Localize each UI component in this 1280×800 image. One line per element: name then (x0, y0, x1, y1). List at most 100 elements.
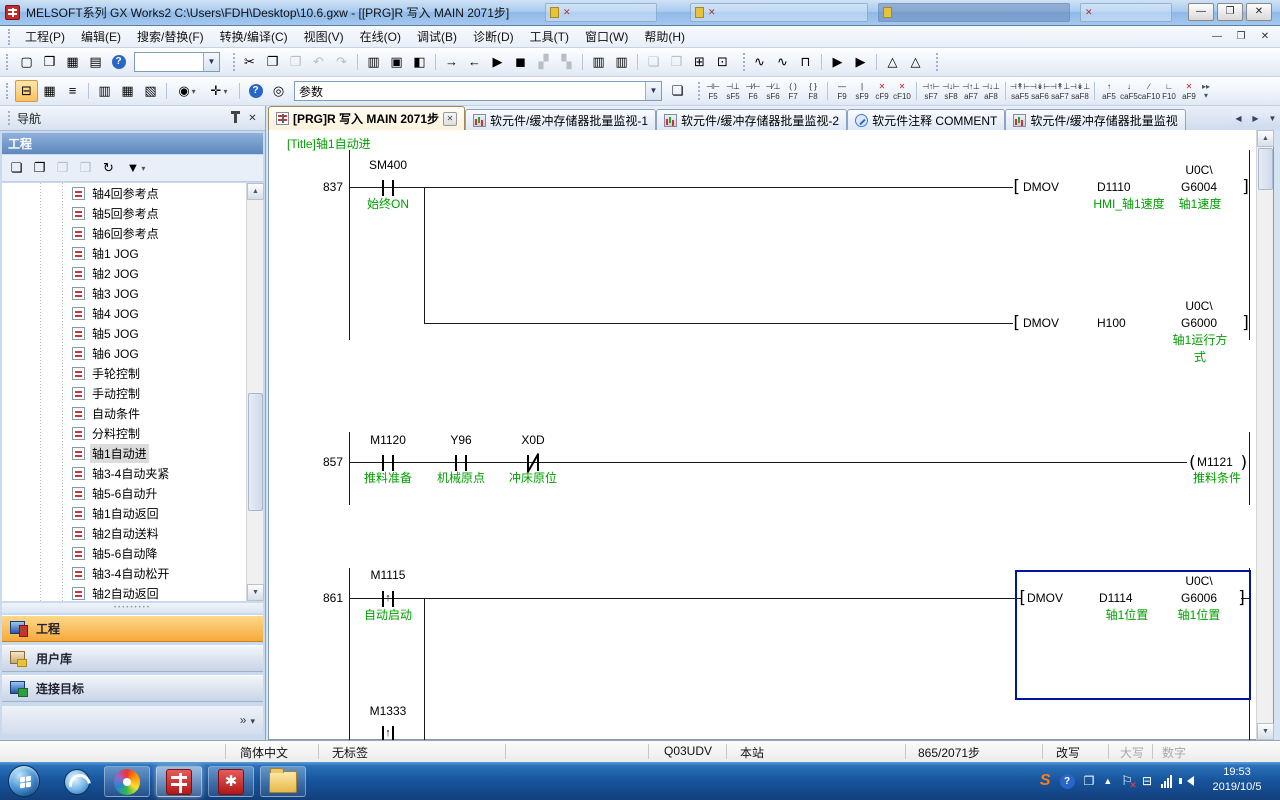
contact-no[interactable] (380, 455, 396, 471)
tab-scroll-left-icon[interactable]: ◀ (1231, 110, 1246, 127)
program-list-button[interactable]: ≡ (61, 80, 84, 102)
print-button[interactable]: ▤ (84, 51, 107, 73)
restore-button[interactable]: ❐ (1217, 3, 1243, 21)
chevron-down-icon[interactable]: ▼ (203, 53, 219, 71)
step-run-button[interactable]: ▶ (849, 51, 872, 73)
project-tree-item[interactable]: 分料控制 (2, 423, 263, 443)
nav-view-connection-button[interactable]: 连接目标 (2, 675, 263, 702)
monitor-resume-button[interactable]: ▚ (555, 51, 578, 73)
undo-button[interactable]: ↶ (307, 51, 330, 73)
instruction-src[interactable]: D1110 (1097, 180, 1167, 195)
project-tree-item[interactable]: 轴5-6自动升 (2, 483, 263, 503)
online-change-button[interactable]: ⊞ (688, 51, 711, 73)
ladder-cf10-button[interactable]: ✕cF10 (892, 78, 912, 104)
menu-item[interactable]: 工程(P) (17, 26, 73, 47)
ladder-f9-button[interactable]: —F9 (832, 78, 852, 104)
write-to-plc-button[interactable]: → (440, 51, 463, 73)
mdi-restore-button[interactable] (1230, 28, 1252, 45)
nav-sort-button[interactable]: ▼ (120, 157, 152, 179)
ladder-f8-button[interactable]: { }F8 (803, 78, 823, 104)
menu-item[interactable]: 搜索/替换(F) (129, 26, 212, 47)
nav-new-data-button[interactable]: ❏ (5, 157, 28, 179)
scroll-up-icon[interactable]: ▲ (247, 183, 264, 200)
watch-window-1-button[interactable]: △ (881, 51, 904, 73)
minimize-button[interactable]: — (1188, 3, 1214, 21)
project-tree-item[interactable]: 自动条件 (2, 403, 263, 423)
project-tree-item[interactable]: 轴2自动返回 (2, 583, 263, 601)
speaker-icon[interactable] (1182, 776, 1194, 786)
ladder-f7-button[interactable]: ( )F7 (783, 78, 803, 104)
tab-list-icon[interactable]: ▼ (1265, 110, 1280, 127)
close-icon[interactable] (244, 110, 261, 126)
ladder-cf9-button[interactable]: ✕cF9 (872, 78, 892, 104)
mdi-close-button[interactable] (1254, 28, 1276, 45)
menu-item[interactable]: 编辑(E) (73, 26, 129, 47)
debug-run-button[interactable]: ▶ (826, 51, 849, 73)
ladder-f6-button[interactable]: ⊣∕⊢F6 (743, 78, 763, 104)
nav-more-buttons[interactable] (2, 706, 263, 734)
ladder-sf8-button[interactable]: ⊣↓⊢sF8 (941, 78, 961, 104)
project-tree-item[interactable]: 轴4回参考点 (2, 183, 263, 203)
ladder-canvas[interactable]: [Title]轴1自动进 837 SM400 始终ON DMOV D1110 U… (269, 130, 1258, 740)
device-batch-button[interactable]: ▧ (139, 80, 162, 102)
document-tab[interactable]: [PRG]R 写入 MAIN 2071步 ✕ (268, 106, 465, 130)
scrollbar-thumb[interactable] (1258, 148, 1273, 190)
start-button[interactable] (8, 765, 40, 797)
ladder-saf6-button[interactable]: ⊣↡⊢saF6 (1030, 78, 1050, 104)
cross-reference-button[interactable]: ❏ (666, 80, 689, 102)
help2-button[interactable]: ? (244, 80, 267, 102)
screen-lock-button[interactable]: ⊡ (711, 51, 734, 73)
find-button[interactable]: ◎ (267, 80, 290, 102)
ladder-af9-button[interactable]: ✕aF9 (1179, 78, 1199, 104)
tab-close-icon[interactable]: ✕ (443, 112, 457, 126)
device-display-2-button[interactable]: ▥ (610, 51, 633, 73)
trace-stop-button[interactable]: ⊓ (794, 51, 817, 73)
taskbar-browser-button[interactable] (54, 766, 100, 797)
sogou-tray-icon[interactable]: S (1040, 772, 1051, 790)
menu-item[interactable]: 帮助(H) (636, 26, 693, 47)
chevron-down-icon[interactable]: ▼ (645, 82, 661, 100)
instruction-op[interactable]: DMOV (1023, 180, 1083, 195)
cut-button[interactable]: ✂ (238, 51, 261, 73)
project-tree-item[interactable]: 轴1自动返回 (2, 503, 263, 523)
menu-item[interactable]: 视图(V) (296, 26, 352, 47)
window-tray-icon[interactable]: ❐ (1084, 774, 1095, 788)
device-comment-button[interactable]: ▥ (93, 80, 116, 102)
project-tree-item[interactable]: 轴2 JOG (2, 263, 263, 283)
project-tree-item[interactable]: 轴3-4自动夹紧 (2, 463, 263, 483)
contact-rising[interactable] (380, 726, 396, 740)
nav-view-user-library-button[interactable]: 用户库 (2, 645, 263, 672)
function-block-button[interactable]: ▦ (38, 80, 61, 102)
hardware-monitor-button[interactable]: ◧ (408, 51, 431, 73)
menu-item[interactable]: 诊断(D) (465, 26, 522, 47)
menu-item[interactable]: 转换/编译(C) (212, 26, 296, 47)
program-select-combo[interactable]: ▼ (134, 52, 220, 72)
device-write-search-button[interactable]: ▥ (362, 51, 385, 73)
copy-button[interactable]: ❐ (261, 51, 284, 73)
mdi-minimize-button[interactable] (1206, 28, 1228, 45)
device-display-1-button[interactable]: ▥ (587, 51, 610, 73)
project-tree-item[interactable]: 轴5-6自动降 (2, 543, 263, 563)
taskbar-gxworks-button[interactable] (156, 766, 202, 797)
nav-view-project-button[interactable]: 工程 (2, 615, 263, 642)
program-check-button[interactable]: ❏ (642, 51, 665, 73)
monitor-pause-button[interactable]: ▞ (532, 51, 555, 73)
navigation-toggle-button[interactable]: ⊟ (15, 80, 38, 102)
project-tree-item[interactable]: 轴1 JOG (2, 243, 263, 263)
help-tray-icon[interactable]: ? (1060, 774, 1075, 789)
project-tree-item[interactable]: 手轮控制 (2, 363, 263, 383)
scroll-down-icon[interactable]: ▼ (247, 584, 264, 601)
scrollbar-thumb[interactable] (248, 393, 263, 511)
ladder-sf5-button[interactable]: ⊣⊥sF5 (723, 78, 743, 104)
paste-button[interactable]: ❐ (284, 51, 307, 73)
ladder-f10-button[interactable]: ∟F10 (1159, 78, 1179, 104)
read-from-plc-button[interactable]: ← (463, 51, 486, 73)
contact-nc[interactable] (525, 455, 541, 471)
project-tree-item[interactable]: 轴5 JOG (2, 323, 263, 343)
contact-rising[interactable] (380, 591, 396, 607)
trace-start-button[interactable]: ∿ (771, 51, 794, 73)
device-memory-button[interactable]: ▦ (116, 80, 139, 102)
new-project-button[interactable]: ▢ (15, 51, 38, 73)
document-tab[interactable]: 软元件注释 COMMENT ✕ (847, 109, 1005, 130)
data-select-combo[interactable]: 参数▼ (294, 81, 662, 101)
